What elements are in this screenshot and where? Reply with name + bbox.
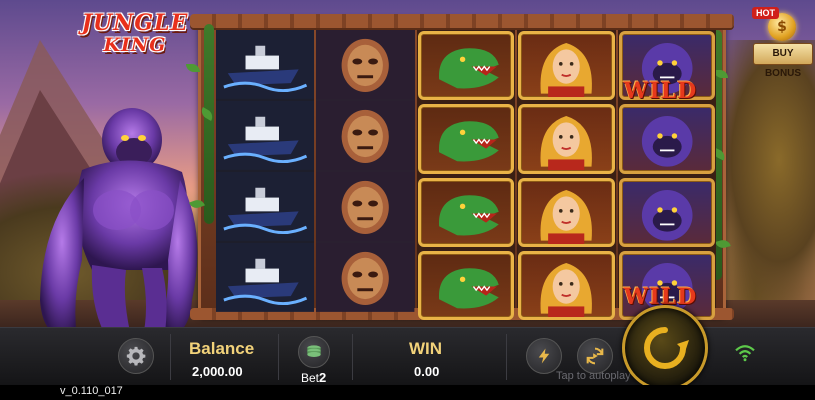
settings-button[interactable] <box>118 338 154 374</box>
symbol-mask <box>316 242 415 312</box>
divider <box>278 334 279 380</box>
gear-icon <box>126 346 146 366</box>
wild-label-top: WILD <box>623 78 698 104</box>
symbol-ship <box>216 30 315 99</box>
divider <box>506 334 507 380</box>
balance-label: Balance <box>189 339 255 358</box>
win-value: 0.00 <box>414 364 440 379</box>
symbol-woman <box>518 31 615 101</box>
symbol-mask <box>316 30 415 99</box>
symbol-kong-wild <box>618 177 716 247</box>
symbol-ship <box>216 242 315 312</box>
symbol-mask <box>316 100 415 170</box>
symbol-woman <box>518 104 615 174</box>
bet-label: Bet2 <box>301 370 326 385</box>
spin-arrow-icon <box>644 327 689 369</box>
symbol-t-rex <box>417 177 515 247</box>
symbol-woman <box>518 250 615 321</box>
reel-4 <box>517 30 616 321</box>
vine-left <box>204 24 214 224</box>
version-label: v_0.110_017 <box>60 385 123 397</box>
symbol-mask <box>316 171 415 241</box>
bet-button[interactable] <box>298 336 330 368</box>
gorilla-character <box>40 108 198 340</box>
autoplay-icon <box>586 347 604 365</box>
autoplay-button[interactable] <box>577 338 613 374</box>
divider <box>170 334 171 380</box>
reel-grid: WILD WILD <box>216 30 717 321</box>
divider <box>352 334 353 380</box>
symbol-t-rex <box>417 31 515 101</box>
logo-line-king: KING <box>103 34 167 56</box>
lightning-icon <box>538 348 550 364</box>
symbol-woman <box>518 177 615 247</box>
logo-line-jungle: JUNGLE <box>81 10 189 36</box>
symbol-ship <box>216 100 315 170</box>
hot-badge: HOT <box>752 7 779 19</box>
symbol-ship <box>216 171 315 241</box>
turbo-button[interactable] <box>526 338 562 374</box>
buy-bonus-label: BUY BONUS <box>753 43 813 79</box>
bet-value: 2 <box>319 370 327 385</box>
symbol-kong-wild <box>618 104 716 174</box>
tap-to-autoplay-hint: Tap to autoplay <box>556 370 631 382</box>
reel-3 <box>416 30 516 321</box>
balance-value: 2,000.00 <box>192 364 243 379</box>
reel-frame-top-beam <box>190 14 734 28</box>
reel-2 <box>316 30 415 312</box>
signal-indicator <box>734 344 756 367</box>
game-logo: JUNGLE KING <box>74 12 196 62</box>
buy-bonus-button[interactable]: HOT $ BUY BONUS <box>752 7 813 79</box>
coin-stack-icon <box>307 345 321 357</box>
symbol-t-rex <box>417 250 515 321</box>
spin-button[interactable] <box>622 305 708 391</box>
reel-5: WILD WILD <box>617 30 717 321</box>
bet-label-text: Bet <box>301 371 320 385</box>
reel-1 <box>216 30 315 312</box>
win-label: WIN <box>409 339 443 358</box>
wifi-icon <box>735 345 755 362</box>
symbol-t-rex <box>417 104 515 174</box>
